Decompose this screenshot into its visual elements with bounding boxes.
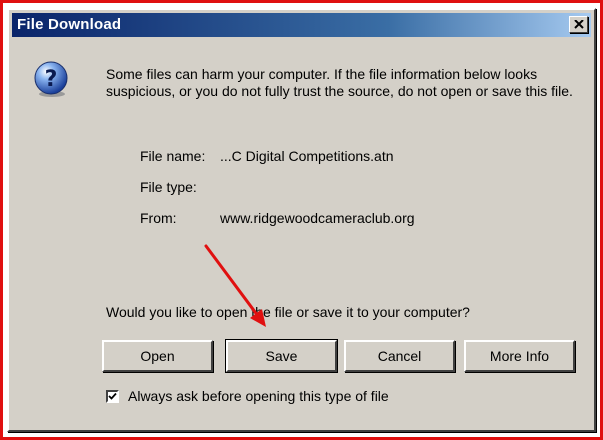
more-info-button[interactable]: More Info [464,340,575,372]
always-ask-label: Always ask before opening this type of f… [128,388,389,404]
open-button[interactable]: Open [102,340,213,372]
save-button[interactable]: Save [225,339,338,373]
from-label: From: [140,210,177,226]
file-download-dialog: File Download ? Some files can harm your… [7,8,596,432]
file-name-label: File name: [140,148,206,164]
svg-text:?: ? [45,67,58,92]
close-button[interactable] [569,16,588,33]
from-value: www.ridgewoodcameraclub.org [220,210,415,226]
open-or-save-question: Would you like to open the file or save … [106,304,470,320]
file-type-label: File type: [140,179,197,195]
always-ask-checkbox[interactable] [106,389,119,403]
warning-message: Some files can harm your computer. If th… [106,66,573,99]
checkmark-icon [108,392,117,400]
always-ask-option[interactable]: Always ask before opening this type of f… [106,388,389,404]
file-name-value: ...C Digital Competitions.atn [220,148,394,164]
cancel-button[interactable]: Cancel [344,340,455,372]
close-icon [574,20,584,29]
window-title: File Download [17,16,122,33]
question-icon: ? [34,61,68,97]
title-bar[interactable]: File Download [12,13,591,37]
